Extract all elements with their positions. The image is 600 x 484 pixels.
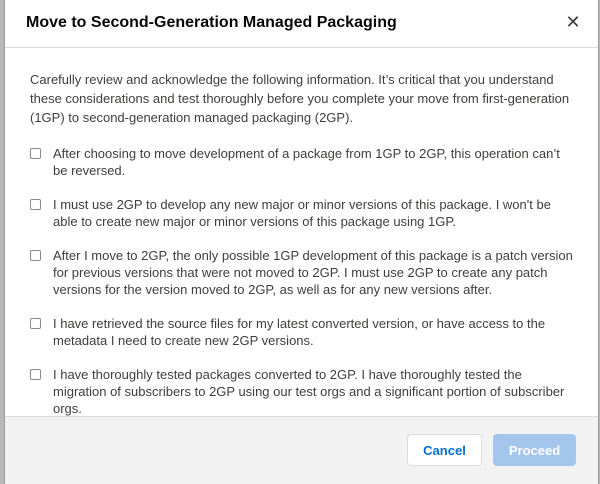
acknowledgement-label: I have retrieved the source files for my… — [53, 316, 546, 348]
modal-title: Move to Second-Generation Managed Packag… — [26, 14, 397, 31]
acknowledgement-checkbox-3[interactable] — [30, 250, 41, 261]
intro-text: Carefully review and acknowledge the fol… — [30, 72, 570, 125]
acknowledgement-label: I must use 2GP to develop any new major … — [53, 197, 551, 229]
acknowledgement-label: After choosing to move development of a … — [53, 146, 560, 178]
modal-dialog: Move to Second-Generation Managed Packag… — [4, 0, 599, 484]
close-icon: ✕ — [565, 12, 581, 33]
acknowledgement-item: After choosing to move development of a … — [30, 145, 574, 179]
modal-footer: Cancel Proceed — [5, 416, 598, 484]
acknowledgement-checkbox-4[interactable] — [30, 318, 41, 329]
acknowledgement-item: I have retrieved the source files for my… — [30, 315, 574, 349]
modal-header: Move to Second-Generation Managed Packag… — [5, 0, 598, 48]
acknowledgement-list: After choosing to move development of a … — [30, 145, 574, 417]
acknowledgement-item: I must use 2GP to develop any new major … — [30, 196, 574, 230]
acknowledgement-checkbox-1[interactable] — [30, 148, 41, 159]
close-button[interactable]: ✕ — [562, 12, 584, 34]
acknowledgement-label: I have thoroughly tested packages conver… — [53, 367, 565, 416]
cancel-button[interactable]: Cancel — [407, 434, 482, 466]
acknowledgement-checkbox-2[interactable] — [30, 199, 41, 210]
acknowledgement-label: After I move to 2GP, the only possible 1… — [53, 248, 573, 297]
modal-body: Carefully review and acknowledge the fol… — [5, 48, 598, 416]
acknowledgement-checkbox-5[interactable] — [30, 369, 41, 380]
proceed-button[interactable]: Proceed — [493, 434, 576, 466]
acknowledgement-item: After I move to 2GP, the only possible 1… — [30, 247, 574, 298]
acknowledgement-item: I have thoroughly tested packages conver… — [30, 366, 574, 417]
